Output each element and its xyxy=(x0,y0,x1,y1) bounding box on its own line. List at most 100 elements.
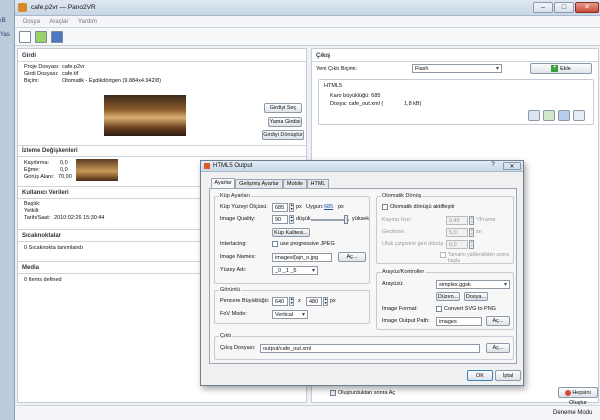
quality-input[interactable]: 90 xyxy=(272,215,288,224)
dialog-close-button[interactable]: ✕ xyxy=(503,162,521,170)
new-file-icon[interactable] xyxy=(19,31,31,43)
tamami-label: Tamamı yüklendikten sonra başla xyxy=(448,252,509,264)
tab-ayarlar[interactable]: Ayarlar xyxy=(211,178,235,188)
yuzey-select[interactable]: _0 _1 _5 xyxy=(272,266,318,275)
dosya-button[interactable]: Dosya... xyxy=(464,292,488,301)
tamami-checkbox[interactable] xyxy=(440,252,446,258)
menu-dosya[interactable]: Dosya xyxy=(23,19,40,25)
kup-olcusu-input[interactable]: 685 xyxy=(272,203,288,212)
height-spinner[interactable]: ▲ ▼ xyxy=(323,297,328,306)
egme-label: Eğme: xyxy=(24,167,40,173)
pencere-label: Pencere Büyüklüğü: xyxy=(220,298,270,304)
tarih-value: 2010:02:26 15:30:44 xyxy=(54,215,105,221)
sicaknokta-value: 0 Sıcaknokta tanımlandı xyxy=(24,245,84,251)
gecikme-spinner[interactable]: ▲ ▼ xyxy=(469,228,474,237)
bicim-label: Biçim: xyxy=(24,78,39,84)
fov-select[interactable]: Vertical xyxy=(272,310,308,319)
output-format-select[interactable]: Flash xyxy=(412,64,502,73)
save-icon[interactable] xyxy=(51,31,63,43)
iptal-button[interactable]: İptal xyxy=(495,370,521,381)
oto-group-label: Otomatik Dönüş xyxy=(381,193,423,199)
karo-text: Karo büyüklüğü: 685 xyxy=(330,93,381,99)
girdi-sec-button[interactable]: Girdiyi Seç xyxy=(264,103,302,113)
convert-svg-checkbox[interactable] xyxy=(436,306,442,312)
arayuz-select[interactable]: simplex.ggsk xyxy=(436,280,510,289)
app-icon xyxy=(18,3,27,12)
duzen-button[interactable]: Düzen... xyxy=(436,292,460,301)
status-text: Deneme Modu xyxy=(553,410,593,416)
preview-icon[interactable] xyxy=(528,110,540,121)
maximize-button[interactable]: □ xyxy=(554,2,574,13)
delete-icon[interactable] xyxy=(573,110,585,121)
yuzey-label: Yüzey Adı: xyxy=(220,267,247,273)
dosya-size: 1,8 kB) xyxy=(404,101,422,107)
menu-yardim[interactable]: Yardım xyxy=(78,19,97,25)
img-out-input[interactable]: images xyxy=(436,317,482,326)
img-format-label: Image Format: xyxy=(382,306,418,312)
html5-output-dialog: HTML5 Output ? ✕ Ayarlar Gelişmiş Ayarla… xyxy=(200,160,524,386)
cikis-dosya-input[interactable]: output/cafe_out.xml xyxy=(260,344,480,353)
dosya-text: Dosya: cafe_out.xml ( xyxy=(330,101,384,107)
tab-gelismis[interactable]: Gelişmiş Ayarlar xyxy=(235,179,283,188)
tab-html[interactable]: HTML xyxy=(307,179,329,188)
tab-mobile[interactable]: Mobile xyxy=(283,179,307,188)
title-bar: cafe.p2vr — Pano2VR – □ ✕ xyxy=(15,0,600,16)
html5-title: HTML5 xyxy=(324,83,343,89)
hepsini-olustur-button[interactable]: Hepsini Oluştur xyxy=(558,387,598,406)
img-out-browse-button[interactable]: Aç... xyxy=(486,316,510,326)
pencere-width-input[interactable]: 640 xyxy=(272,297,288,306)
dialog-title-bar: HTML5 Output ? ✕ xyxy=(201,161,523,172)
divider xyxy=(312,61,598,62)
kayma-label: Kayma Hızı: xyxy=(382,217,412,223)
ekle-button[interactable]: + Ekle xyxy=(530,63,592,74)
image-names-browse-button[interactable]: Aç... xyxy=(338,252,366,262)
kayma-spinner[interactable]: ▲ ▼ xyxy=(469,216,474,225)
ufuk-spinner[interactable]: ▲ ▼ xyxy=(469,240,474,249)
quality-slider-thumb[interactable] xyxy=(344,215,348,224)
uygun-link[interactable]: 685 xyxy=(324,204,333,210)
background-text: Yas xyxy=(0,32,10,38)
oto-checkbox[interactable] xyxy=(382,204,388,210)
menu-araclar[interactable]: Araçlar xyxy=(49,19,68,25)
egme-value: 0,0 xyxy=(60,167,68,173)
cikis-browse-button[interactable]: Aç... xyxy=(486,343,510,353)
oto-ac-checkbox[interactable] xyxy=(330,390,336,396)
ok-button[interactable]: OK xyxy=(467,370,493,381)
girdi-donustur-button[interactable]: Girdiyi Dönüştür xyxy=(262,130,304,140)
media-value: 0 Items defined xyxy=(24,277,62,283)
kup-spinner[interactable]: ▲ ▼ xyxy=(289,203,294,212)
fov-label: FoV Mode: xyxy=(220,311,247,317)
export-icon[interactable] xyxy=(558,110,570,121)
girdi-title: Girdi xyxy=(22,53,37,59)
kayma-unit: °/Frame xyxy=(476,217,496,223)
img-out-label: Image Output Path: xyxy=(382,318,430,324)
media-title: Media xyxy=(22,265,40,271)
yama-girdisi-button[interactable]: Yama Girdisi xyxy=(268,117,302,127)
close-button[interactable]: ✕ xyxy=(575,2,599,13)
proje-label: Proje Dosyası: xyxy=(24,64,60,70)
uygun-label: Uygun: xyxy=(306,204,324,210)
girdi-dosya-label: Girdi Dosyası: xyxy=(24,71,59,77)
px-label: px xyxy=(338,204,344,210)
pencere-height-input[interactable]: 480 xyxy=(306,297,322,306)
settings-icon[interactable] xyxy=(543,110,555,121)
minimize-button[interactable]: – xyxy=(533,2,553,13)
quality-spinner[interactable]: ▲ ▼ xyxy=(289,215,294,224)
izleme-title: İzleme Değişkenleri xyxy=(22,148,78,154)
panorama-preview-image xyxy=(104,95,186,136)
px-label: px xyxy=(296,204,302,210)
help-icon[interactable]: ? xyxy=(487,162,499,170)
image-names-input[interactable]: images/[ajn_o.jpg xyxy=(272,253,332,262)
ufuk-input[interactable]: 0,0 xyxy=(446,240,468,249)
width-spinner[interactable]: ▲ ▼ xyxy=(289,297,294,306)
kayma-input[interactable]: 0,40 xyxy=(446,216,468,225)
view-thumbnail-image xyxy=(76,159,118,181)
ufuk-label: Ufuk çizgisine geri dönüş: xyxy=(382,241,445,247)
progressive-checkbox[interactable] xyxy=(272,241,278,247)
gecikme-input[interactable]: 5,0 xyxy=(446,228,468,237)
open-file-icon[interactable] xyxy=(35,31,47,43)
build-icon xyxy=(565,389,572,396)
oto-ac-label: Oluşturduktan sonra Aç xyxy=(338,390,396,396)
divider xyxy=(18,156,306,157)
kup-kalitesi-button[interactable]: Küp Kalitesi... xyxy=(272,228,310,237)
